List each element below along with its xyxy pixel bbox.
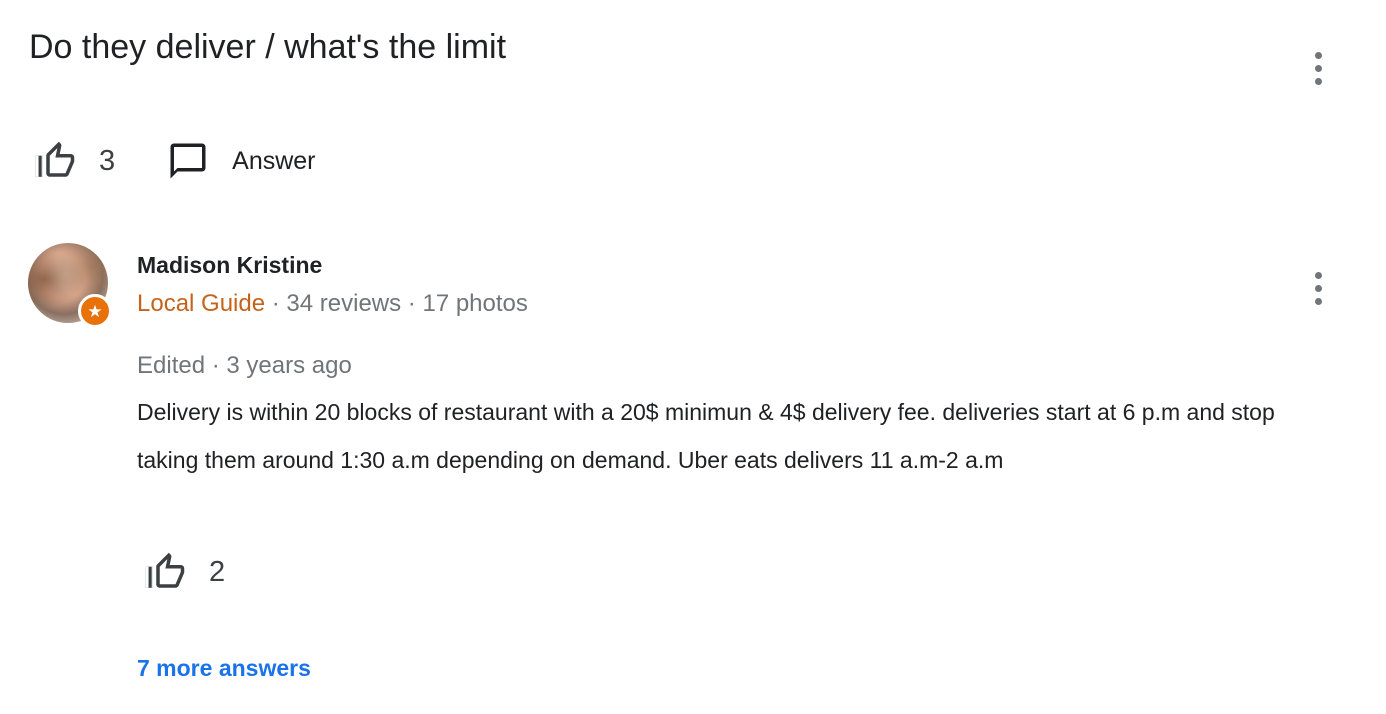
answer-timestamp: Edited · 3 years ago xyxy=(137,352,352,379)
answer-button[interactable]: Answer xyxy=(167,140,316,182)
thumb-up-icon xyxy=(143,551,187,593)
answer-text: Delivery is within 20 blocks of restaura… xyxy=(137,399,1275,473)
question-like-button[interactable]: 3 xyxy=(33,140,115,182)
local-guide-badge: Local Guide xyxy=(137,290,266,317)
answer-actions: 2 xyxy=(143,551,225,593)
comment-icon xyxy=(167,140,209,182)
local-guide-star-icon: ★ xyxy=(78,294,112,328)
question-actions: 3 Answer xyxy=(33,140,316,182)
more-vert-icon xyxy=(1314,271,1322,279)
more-vert-icon xyxy=(1314,51,1322,59)
question-like-count: 3 xyxy=(99,144,116,177)
author-meta: Local Guide · 34 reviews · 17 photos xyxy=(137,290,528,318)
thumb-up-icon xyxy=(33,140,77,182)
answer-like-count: 2 xyxy=(209,555,226,588)
author-stats: · 34 reviews · 17 photos xyxy=(265,290,528,317)
author-name[interactable]: Madison Kristine xyxy=(137,252,322,279)
answer-more-options-button[interactable] xyxy=(1306,268,1330,308)
question-title: Do they deliver / what's the limit xyxy=(29,28,507,66)
answer-like-button[interactable]: 2 xyxy=(143,551,225,593)
author-avatar[interactable]: ★ xyxy=(28,243,112,328)
answer-button-label: Answer xyxy=(232,146,316,175)
question-more-options-button[interactable] xyxy=(1306,48,1330,88)
more-answers-link[interactable]: 7 more answers xyxy=(137,655,311,682)
